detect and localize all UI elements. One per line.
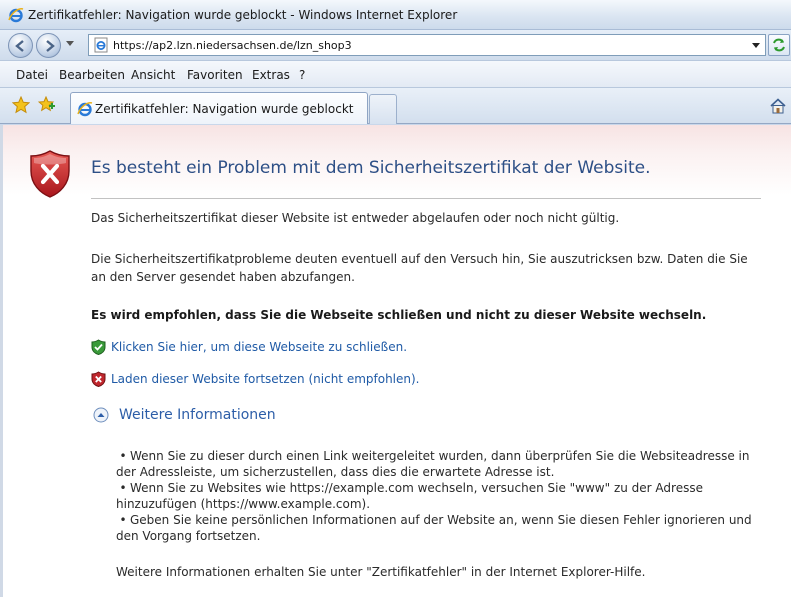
risk-message: Die Sicherheitszertifikatprobleme deuten… <box>91 252 748 284</box>
recommendation-text: Es wird empfohlen, dass Sie die Webseite… <box>91 308 707 322</box>
refresh-button[interactable] <box>768 34 790 56</box>
arrow-left-icon <box>15 40 24 52</box>
home-icon[interactable] <box>769 97 787 115</box>
ie-icon <box>8 8 24 23</box>
continue-website-link[interactable]: Laden dieser Website fortsetzen (nicht e… <box>111 372 420 386</box>
ie-tab-icon <box>77 102 93 117</box>
back-button[interactable] <box>8 33 33 58</box>
navigation-bar: https://ap2.lzn.niedersachsen.de/lzn_sho… <box>0 30 791 60</box>
heading-divider <box>91 198 761 199</box>
menu-bar: Datei Bearbeiten Ansicht Favoriten Extra… <box>0 60 791 88</box>
address-dropdown-icon[interactable] <box>752 43 760 48</box>
tab-label: Zertifikatfehler: Navigation wurde geblo… <box>95 102 354 116</box>
page-title: Es besteht ein Problem mit dem Sicherhei… <box>91 158 651 178</box>
close-page-link[interactable]: Klicken Sie hier, um diese Webseite zu s… <box>111 340 407 354</box>
shield-x-icon <box>91 371 106 387</box>
refresh-icon <box>773 38 785 52</box>
menu-datei[interactable]: Datei <box>16 68 48 82</box>
expand-up-icon[interactable] <box>93 407 109 423</box>
tab-bar: Zertifikatfehler: Navigation wurde geblo… <box>0 88 791 124</box>
list-item: • Geben Sie keine persönlichen Informatio… <box>116 513 752 543</box>
add-favorite-icon[interactable] <box>38 96 56 114</box>
help-note: Weitere Informationen erhalten Sie unter… <box>116 565 646 579</box>
menu-bearbeiten[interactable]: Bearbeiten <box>59 68 125 82</box>
list-item: • Wenn Sie zu dieser durch einen Link wei… <box>116 449 750 479</box>
page-content: Es besteht ein Problem mit dem Sicherhei… <box>0 125 791 597</box>
menu-favoriten[interactable]: Favoriten <box>187 68 243 82</box>
more-info-list: • Wenn Sie zu dieser durch einen Link wei… <box>116 448 766 544</box>
arrow-right-icon <box>46 40 55 52</box>
menu-help[interactable]: ? <box>299 68 305 82</box>
ie-page-icon <box>94 37 108 53</box>
address-url[interactable]: https://ap2.lzn.niedersachsen.de/lzn_sho… <box>113 39 352 52</box>
more-info-heading[interactable]: Weitere Informationen <box>119 407 276 423</box>
history-dropdown[interactable] <box>66 41 74 46</box>
menu-ansicht[interactable]: Ansicht <box>131 68 175 82</box>
shield-check-icon <box>91 339 106 355</box>
new-tab-button[interactable] <box>369 94 397 124</box>
shield-error-icon <box>30 150 70 198</box>
expired-message: Das Sicherheitszertifikat dieser Website… <box>91 211 620 225</box>
menu-extras[interactable]: Extras <box>252 68 290 82</box>
address-bar[interactable]: https://ap2.lzn.niedersachsen.de/lzn_sho… <box>88 34 766 56</box>
window-titlebar: Zertifikatfehler: Navigation wurde geblo… <box>0 0 791 30</box>
window-title: Zertifikatfehler: Navigation wurde geblo… <box>28 8 458 22</box>
forward-button[interactable] <box>36 33 61 58</box>
list-item: • Wenn Sie zu Websites wie https://exampl… <box>116 481 703 511</box>
tab-active[interactable]: Zertifikatfehler: Navigation wurde geblo… <box>70 92 368 124</box>
favorites-star-icon[interactable] <box>12 96 30 114</box>
